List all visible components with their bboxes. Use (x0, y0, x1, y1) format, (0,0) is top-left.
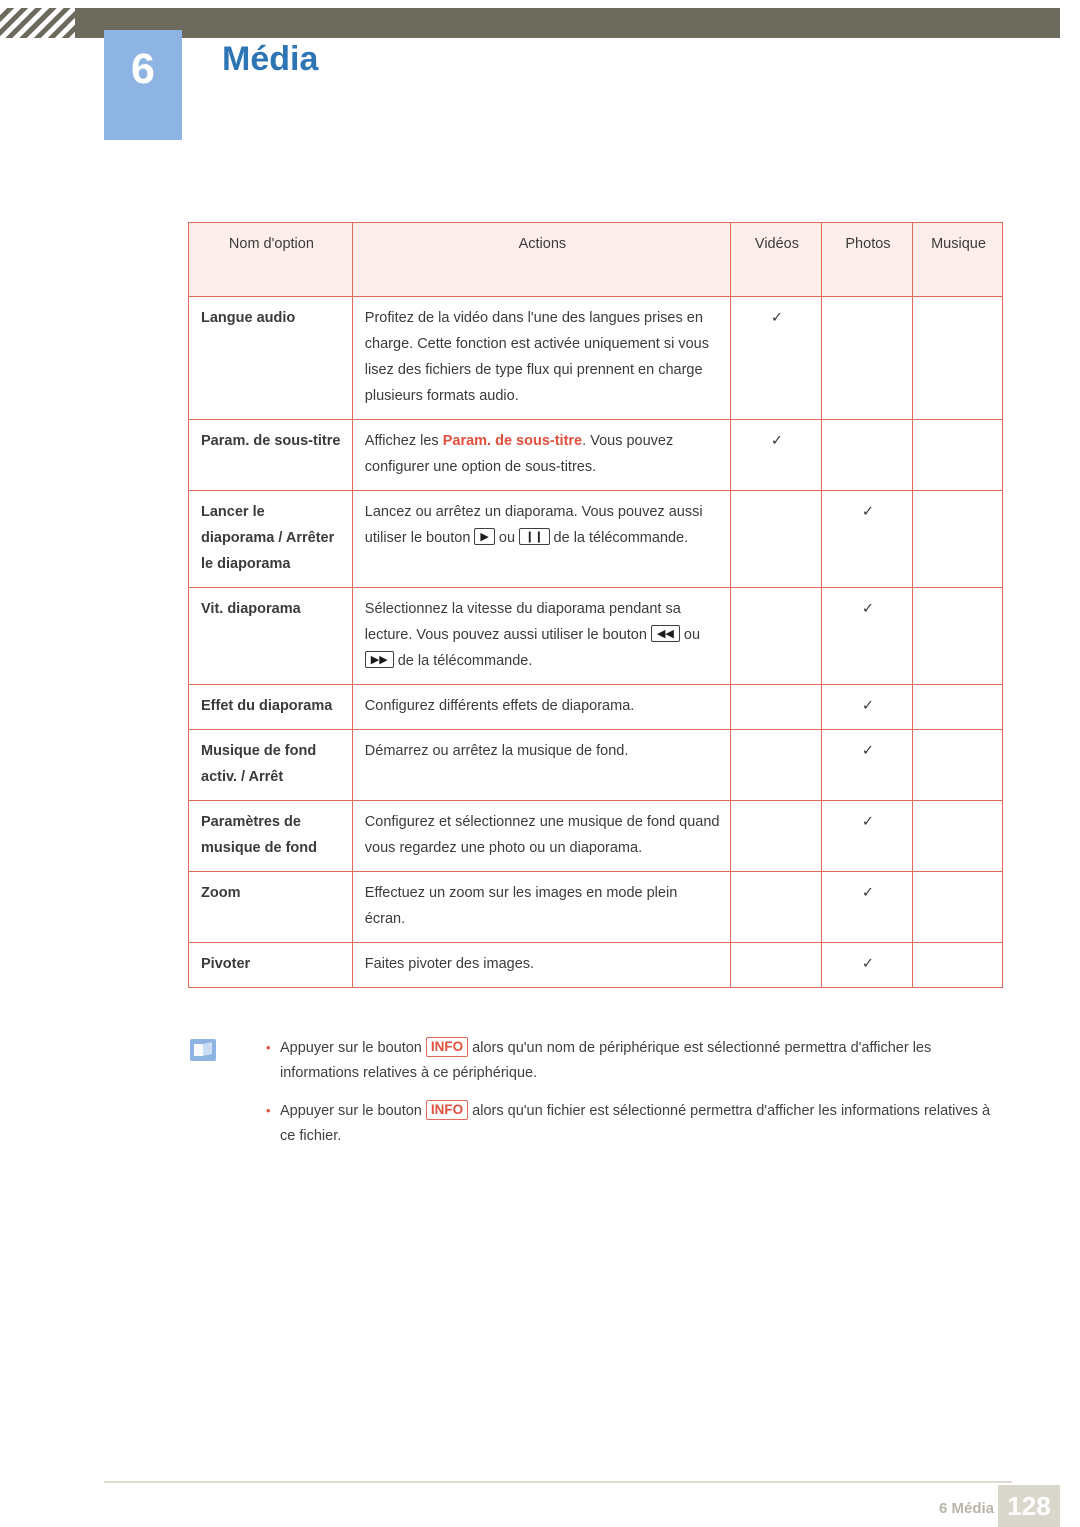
table-row: Zoom Effectuez un zoom sur les images en… (188, 871, 1004, 943)
option-name: Param. de sous-titre (188, 419, 353, 491)
pause-button-icon: ❙❙ (519, 528, 550, 545)
list-item: Appuyer sur le bouton INFO alors qu'un n… (266, 1035, 1003, 1086)
photos-check: ✓ (820, 684, 913, 730)
action-highlight: Param. de sous-titre (442, 433, 583, 449)
option-name: Vit. diaporama (188, 587, 353, 685)
musique-check (911, 490, 1004, 588)
table-row: Pivoter Faites pivoter des images. ✓ (188, 942, 1004, 988)
header-hatch-decoration (0, 8, 75, 38)
table-header-row: Nom d'option Actions Vidéos Photos Musiq… (188, 222, 1004, 297)
rewind-button-icon: ◀◀ (650, 625, 680, 642)
option-action: Faites pivoter des images. (351, 942, 731, 988)
option-name: Langue audio (188, 296, 353, 420)
table-row: Lancer le diaporama / Arrêter le diapora… (188, 490, 1004, 588)
videos-check: ✓ (729, 296, 822, 420)
play-button-icon: ▶ (474, 528, 495, 545)
option-action: Configurez différents effets de diaporam… (351, 684, 731, 730)
photos-check: ✓ (820, 587, 913, 685)
musique-check (911, 296, 1004, 420)
table-row: Vit. diaporama Sélectionnez la vitesse d… (188, 587, 1004, 685)
column-header-photos: Photos (820, 222, 913, 297)
table-row: Effet du diaporama Configurez différents… (188, 684, 1004, 730)
videos-check (729, 729, 822, 801)
info-button-key: INFO (425, 1037, 469, 1057)
note-pencil-icon (190, 1039, 216, 1061)
musique-check (911, 419, 1004, 491)
note-text-pre: Appuyer sur le bouton (280, 1040, 426, 1056)
note-list: Appuyer sur le bouton INFO alors qu'un n… (188, 1035, 1003, 1149)
videos-check: ✓ (729, 419, 822, 491)
musique-check (911, 942, 1004, 988)
action-text-mid: ou (679, 627, 701, 643)
musique-check (911, 800, 1004, 872)
option-name: Pivoter (188, 942, 353, 988)
options-table: Nom d'option Actions Vidéos Photos Musiq… (188, 222, 1004, 988)
musique-check (911, 871, 1004, 943)
musique-check (911, 587, 1004, 685)
table-row: Musique de fond activ. / Arrêt Démarrez … (188, 729, 1004, 801)
option-name: Paramètres de musique de fond (188, 800, 353, 872)
table-row: Paramètres de musique de fond Configurez… (188, 800, 1004, 872)
photos-check: ✓ (820, 942, 913, 988)
musique-check (911, 729, 1004, 801)
photos-check (820, 296, 913, 420)
option-action: Démarrez ou arrêtez la musique de fond. (351, 729, 731, 801)
fast-forward-button-icon: ▶▶ (364, 651, 394, 668)
action-text-mid: ou (494, 530, 520, 546)
videos-check (729, 587, 822, 685)
videos-check (729, 800, 822, 872)
notes-block: Appuyer sur le bouton INFO alors qu'un n… (188, 1035, 1003, 1162)
footer-divider (104, 1481, 1012, 1483)
option-name: Effet du diaporama (188, 684, 353, 730)
photos-check: ✓ (820, 800, 913, 872)
column-header-musique: Musique (911, 222, 1004, 297)
option-action: Lancez ou arrêtez un diaporama. Vous pou… (351, 490, 731, 588)
action-text-pre: Affichez les (364, 433, 443, 449)
photos-check: ✓ (820, 729, 913, 801)
note-text-pre: Appuyer sur le bouton (280, 1103, 426, 1119)
table-row: Langue audio Profitez de la vidéo dans l… (188, 296, 1004, 420)
photos-check: ✓ (820, 490, 913, 588)
page-header: 6 Média (0, 0, 1080, 140)
photos-check: ✓ (820, 871, 913, 943)
chapter-number: 6 (131, 45, 155, 93)
option-name: Musique de fond activ. / Arrêt (188, 729, 353, 801)
videos-check (729, 871, 822, 943)
column-header-actions: Actions (351, 222, 731, 297)
page-number: 128 (998, 1485, 1060, 1527)
page-footer: 6 Média 128 (0, 1457, 1080, 1527)
option-action: Profitez de la vidéo dans l'une des lang… (351, 296, 731, 420)
option-action: Affichez les Param. de sous-titre. Vous … (351, 419, 731, 491)
videos-check (729, 684, 822, 730)
action-text-pre: Sélectionnez la vitesse du diaporama pen… (364, 601, 681, 643)
option-action: Sélectionnez la vitesse du diaporama pen… (351, 587, 731, 685)
action-text-post: de la télécommande. (549, 530, 689, 546)
option-action: Configurez et sélectionnez une musique d… (351, 800, 731, 872)
options-table-wrapper: Nom d'option Actions Vidéos Photos Musiq… (188, 222, 1004, 988)
column-header-videos: Vidéos (729, 222, 822, 297)
action-text-post: de la télécommande. (393, 653, 533, 669)
list-item: Appuyer sur le bouton INFO alors qu'un f… (266, 1098, 1003, 1149)
info-button-key: INFO (425, 1100, 469, 1120)
musique-check (911, 684, 1004, 730)
footer-chapter-label: 6 Média (938, 1500, 994, 1517)
table-row: Param. de sous-titre Affichez les Param.… (188, 419, 1004, 491)
option-name: Zoom (188, 871, 353, 943)
option-action: Effectuez un zoom sur les images en mode… (351, 871, 731, 943)
videos-check (729, 490, 822, 588)
videos-check (729, 942, 822, 988)
option-name: Lancer le diaporama / Arrêter le diapora… (188, 490, 353, 588)
column-header-option-name: Nom d'option (188, 222, 353, 297)
photos-check (820, 419, 913, 491)
page-title: Média (222, 40, 319, 78)
